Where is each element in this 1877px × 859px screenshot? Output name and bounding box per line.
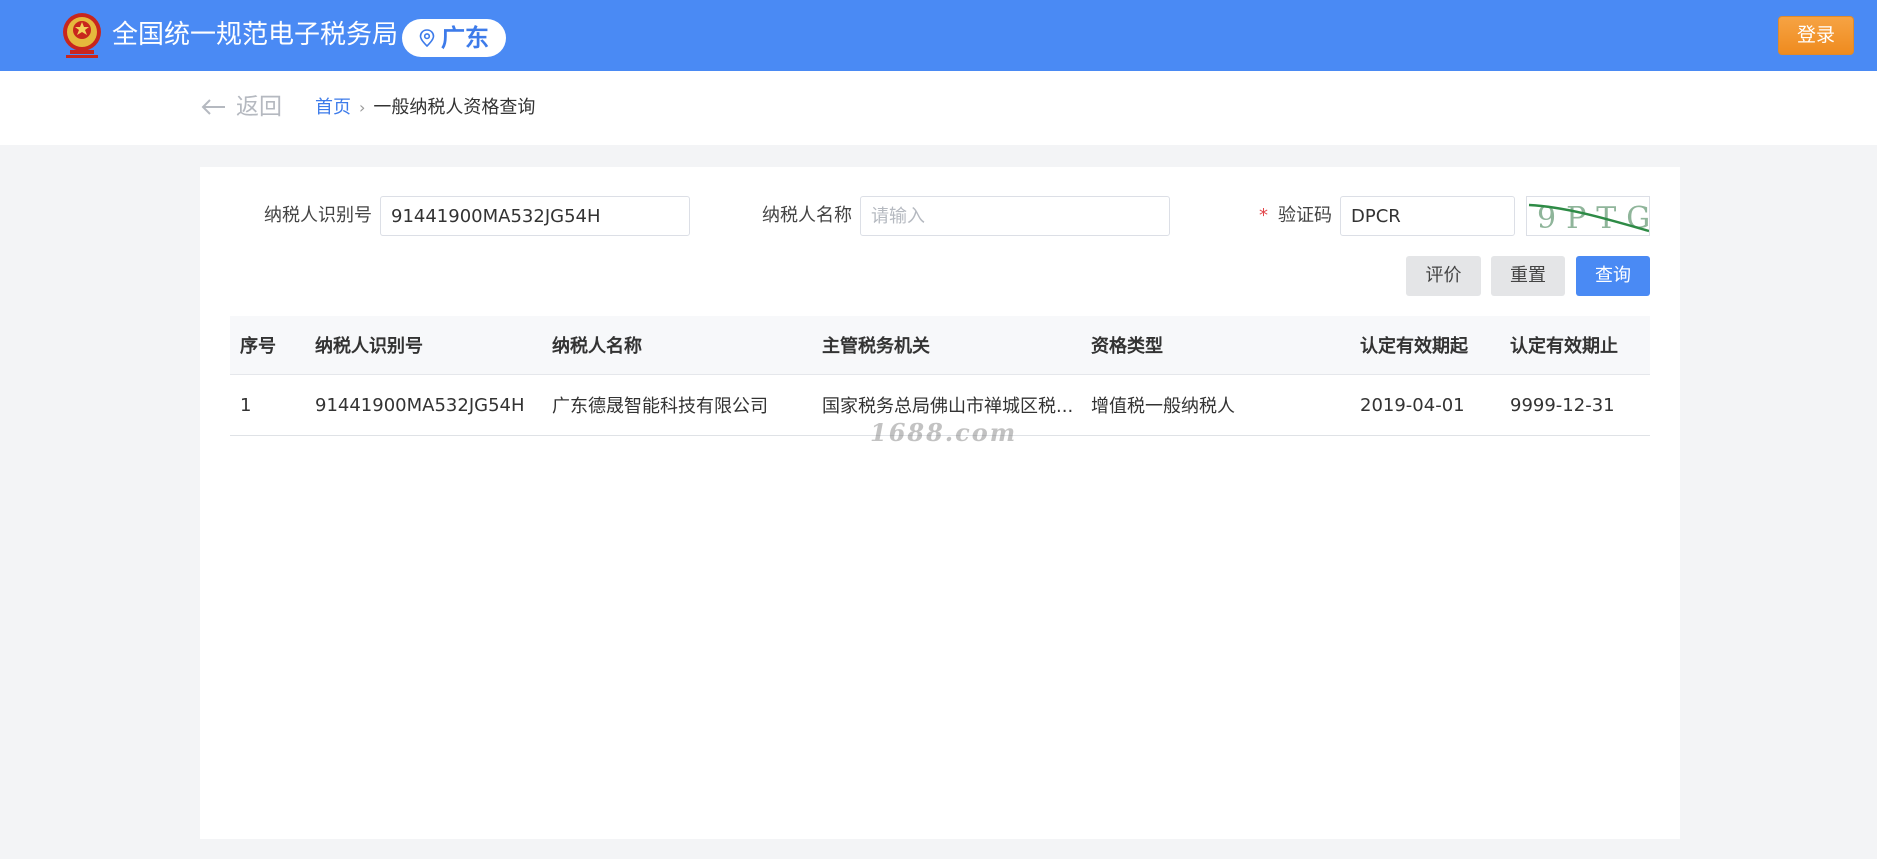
top-bar: 全国统一规范电子税务局 广东 登录	[0, 0, 1877, 71]
column-header-taxpayer-name: 纳税人名称	[552, 336, 642, 357]
column-header-valid-from: 认定有效期起	[1360, 336, 1468, 357]
breadcrumb: 首页 › 一般纳税人资格查询	[315, 96, 535, 120]
captcha-label: * 验证码	[1259, 204, 1332, 228]
cell-valid-from: 2019-04-01	[1360, 394, 1465, 416]
back-button[interactable]: 返回	[200, 92, 282, 122]
taxpayer-id-input[interactable]	[380, 196, 690, 236]
captcha-image[interactable]: 9PTG	[1526, 196, 1650, 236]
cell-qualification-type: 增值税一般纳税人	[1091, 396, 1235, 417]
taxpayer-name-label: 纳税人名称	[762, 205, 852, 226]
region-selector[interactable]: 广东	[402, 19, 506, 57]
breadcrumb-current: 一般纳税人资格查询	[373, 97, 536, 118]
required-mark: *	[1259, 205, 1268, 226]
cell-valid-to: 9999-12-31	[1510, 394, 1615, 416]
evaluate-button[interactable]: 评价	[1406, 256, 1481, 296]
national-emblem-icon	[63, 13, 101, 58]
watermark: 1688.com	[870, 418, 1018, 447]
results-table-header: 序号 纳税人识别号 纳税人名称 主管税务机关 资格类型 认定有效期起 认定有效期…	[230, 316, 1650, 375]
taxpayer-name-input[interactable]	[860, 196, 1170, 236]
captcha-text: 9PTG	[1537, 201, 1650, 236]
breadcrumb-separator: ›	[359, 98, 366, 117]
query-button[interactable]: 查询	[1576, 256, 1650, 296]
login-button[interactable]: 登录	[1778, 16, 1854, 55]
reset-button[interactable]: 重置	[1491, 256, 1565, 296]
cell-taxpayer-id: 91441900MA532JG54H	[315, 394, 525, 416]
location-pin-icon	[419, 29, 435, 47]
cell-index: 1	[240, 394, 252, 416]
captcha-input[interactable]	[1340, 196, 1515, 236]
column-header-taxpayer-id: 纳税人识别号	[315, 336, 423, 357]
cell-taxpayer-name: 广东德晟智能科技有限公司	[552, 396, 768, 417]
breadcrumb-home-link[interactable]: 首页	[315, 96, 351, 120]
arrow-left-icon	[201, 99, 225, 115]
region-label: 广东	[441, 24, 489, 52]
column-header-qualification-type: 资格类型	[1091, 336, 1163, 357]
column-header-valid-to: 认定有效期止	[1510, 336, 1618, 357]
captcha-label-text: 验证码	[1278, 205, 1332, 226]
taxpayer-id-label: 纳税人识别号	[264, 205, 372, 226]
column-header-tax-authority: 主管税务机关	[822, 336, 930, 357]
back-label: 返回	[236, 94, 282, 120]
site-title: 全国统一规范电子税务局	[112, 20, 399, 50]
captcha-graphic: 9PTG	[1528, 201, 1650, 236]
column-header-index: 序号	[240, 336, 276, 357]
